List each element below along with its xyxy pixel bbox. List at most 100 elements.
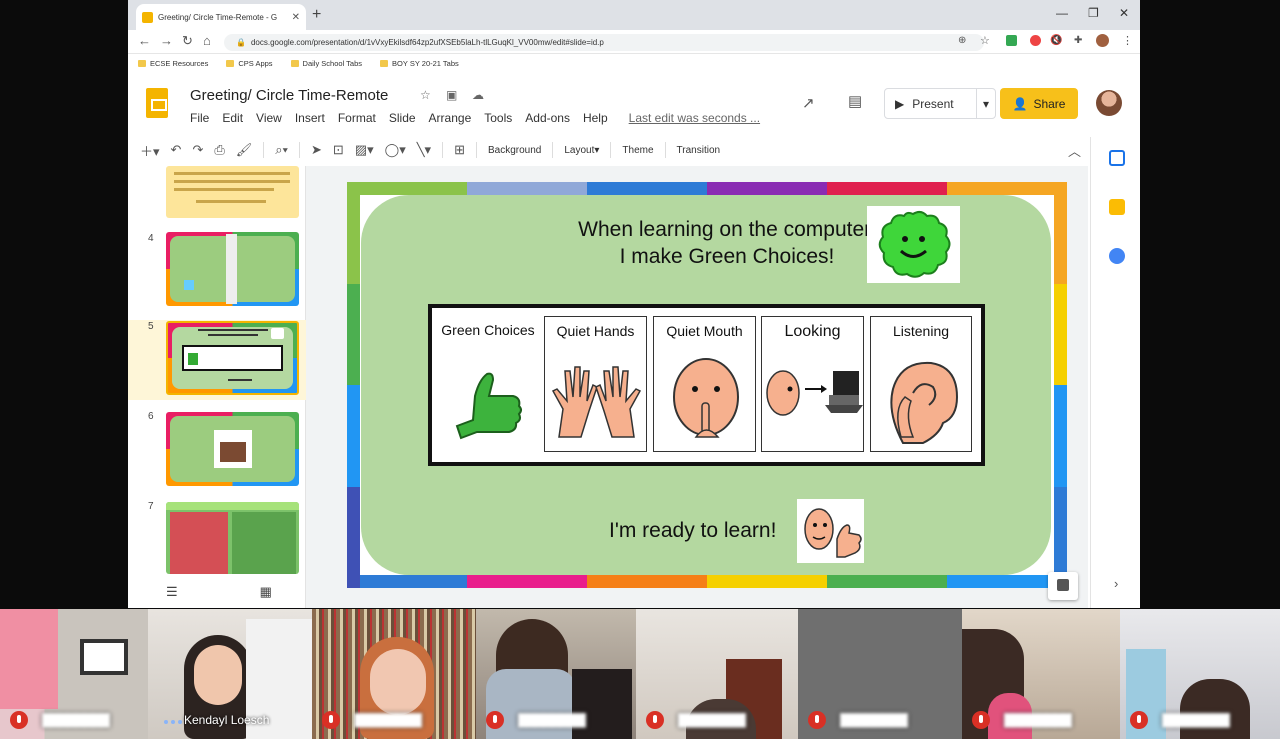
cloud-status-icon[interactable]: ☁ [472,88,484,102]
participant-tile[interactable]: Kendayl Loesch [148,609,312,739]
muted-mic-icon [1130,711,1148,729]
last-edit-link[interactable]: Last edit was seconds ... [629,111,760,125]
bookmark-folder[interactable]: ECSE Resources [138,59,208,68]
list-view-icon[interactable]: ☰ [166,584,178,600]
browser-menu-icon[interactable]: ⋮ [1122,34,1133,47]
move-folder-icon[interactable]: ▣ [446,88,457,102]
tasks-icon[interactable] [1109,248,1125,264]
participant-tile[interactable]: ████████ [312,609,476,739]
menu-insert[interactable]: Insert [295,111,325,125]
menu-arrange[interactable]: Arrange [429,111,472,125]
menu-view[interactable]: View [256,111,282,125]
slides-logo-icon[interactable] [146,88,168,118]
bookmark-star-icon[interactable]: ☆ [980,34,990,47]
menu-edit[interactable]: Edit [222,111,243,125]
slide-title-line-1: When learning on the computer, [578,218,876,241]
bookmark-folder[interactable]: BOY SY 20-21 Tabs [380,59,459,68]
profile-avatar[interactable] [1096,34,1109,47]
browser-window: Greeting/ Circle Time-Remote - G ✕ + — ❐… [128,0,1140,608]
close-window-icon[interactable]: ✕ [1119,6,1129,20]
browser-tab[interactable]: Greeting/ Circle Time-Remote - G ✕ [136,4,306,30]
mute-tab-icon[interactable]: 🔇 [1050,35,1062,46]
grid-view-icon[interactable]: ▦ [260,584,272,600]
participant-tile[interactable]: ████████ [798,609,962,739]
url-field[interactable]: 🔒 docs.google.com/presentation/d/1vVxyEk… [224,34,984,51]
transition-button[interactable]: Transition [677,145,721,156]
extensions-puzzle-icon[interactable]: ✚ [1074,35,1082,46]
comments-icon[interactable]: ▤ [848,92,862,110]
redo-icon[interactable]: ↷ [192,142,203,158]
back-icon[interactable]: ← [138,33,151,48]
star-icon[interactable]: ☆ [420,88,431,102]
slide-thumbnail-3[interactable] [166,166,299,218]
expand-side-panel-icon[interactable]: › [1114,576,1118,591]
menu-format[interactable]: Format [338,111,376,125]
shh-face-icon [673,358,739,438]
undo-icon[interactable]: ↶ [171,142,182,158]
calendar-icon[interactable] [1109,150,1125,166]
toolbar-divider [263,142,265,158]
toolbar-divider [610,142,612,158]
reload-icon[interactable]: ↻ [182,33,193,49]
text-box-icon[interactable]: ⊡ [333,142,344,158]
forward-icon[interactable]: → [160,33,173,48]
menu-slide[interactable]: Slide [389,111,416,125]
menu-help[interactable]: Help [583,111,608,125]
participant-tile[interactable]: ████████ [962,609,1120,739]
present-dropdown-icon[interactable]: ▾ [975,89,995,118]
extension-icon[interactable] [1030,35,1041,46]
restore-icon[interactable]: ❐ [1088,6,1099,20]
background-button[interactable]: Background [488,145,541,156]
extension-icon[interactable] [1006,35,1017,46]
close-tab-icon[interactable]: ✕ [292,12,300,23]
zoom-icon[interactable]: ⌕▾ [275,142,288,158]
side-panel [1090,137,1140,608]
slide-thumbnail-4[interactable] [166,232,299,306]
new-tab-button[interactable]: + [312,6,321,24]
activity-trend-icon[interactable]: ↗ [802,94,815,112]
participant-tile[interactable]: ████████ [476,609,636,739]
bookmark-folder[interactable]: CPS Apps [226,59,273,68]
paint-format-icon[interactable]: 🖌 [236,142,253,158]
thumb-icon [184,280,194,290]
add-comment-button[interactable] [1048,572,1078,600]
slide-thumbnail-5[interactable] [166,321,299,395]
print-icon[interactable]: ⎙ [214,142,224,158]
add-comment-icon[interactable]: ⊞ [454,142,465,158]
participant-tile[interactable]: ████████ [636,609,798,739]
filmstrip-view-buttons: ☰ ▦ [166,584,272,600]
new-slide-icon[interactable]: ＋▾ [140,141,160,160]
account-avatar[interactable] [1096,90,1122,116]
menu-addons[interactable]: Add-ons [525,111,570,125]
document-title[interactable]: Greeting/ Circle Time-Remote [190,87,388,104]
menu-file[interactable]: File [190,111,209,125]
participant-tile[interactable]: ████████ [0,609,148,739]
participant-tile[interactable]: ████████ [1120,609,1280,739]
card-quiet-mouth: Quiet Mouth [653,316,756,452]
menu-tools[interactable]: Tools [484,111,512,125]
shape-icon[interactable]: ◯▾ [385,142,406,158]
video-call-strip: ████████ Kendayl Loesch ████████ ███████… [0,609,1280,739]
keep-icon[interactable] [1109,199,1125,215]
zoom-icon[interactable]: ⊕ [958,35,966,46]
speaking-indicator-icon [164,720,182,724]
slide-thumbnail-7[interactable] [166,502,299,574]
toolbar-divider [475,142,477,158]
participant-name-blurred: ████████ [1162,713,1231,727]
line-icon[interactable]: ╲▾ [417,142,431,158]
image-icon[interactable]: ▨▾ [355,142,374,158]
slide-canvas[interactable]: When learning on the computer, I make Gr… [347,182,1067,588]
minimize-icon[interactable]: — [1056,6,1068,20]
home-icon[interactable]: ⌂ [203,33,211,48]
hands-icon [551,366,642,438]
theme-button[interactable]: Theme [622,145,653,156]
select-cursor-icon[interactable]: ➤ [311,142,322,158]
share-button[interactable]: 👤 Share [1000,88,1078,119]
collapse-toolbar-icon[interactable]: ︿ [1068,141,1081,160]
bookmark-folder[interactable]: Daily School Tabs [290,59,362,68]
add-comment-icon [1057,579,1069,591]
slide-thumbnail-6[interactable] [166,412,299,486]
layout-button[interactable]: Layout▾ [564,145,599,156]
muted-mic-icon [808,711,826,729]
present-button[interactable]: ▶ Present ▾ [884,88,996,119]
